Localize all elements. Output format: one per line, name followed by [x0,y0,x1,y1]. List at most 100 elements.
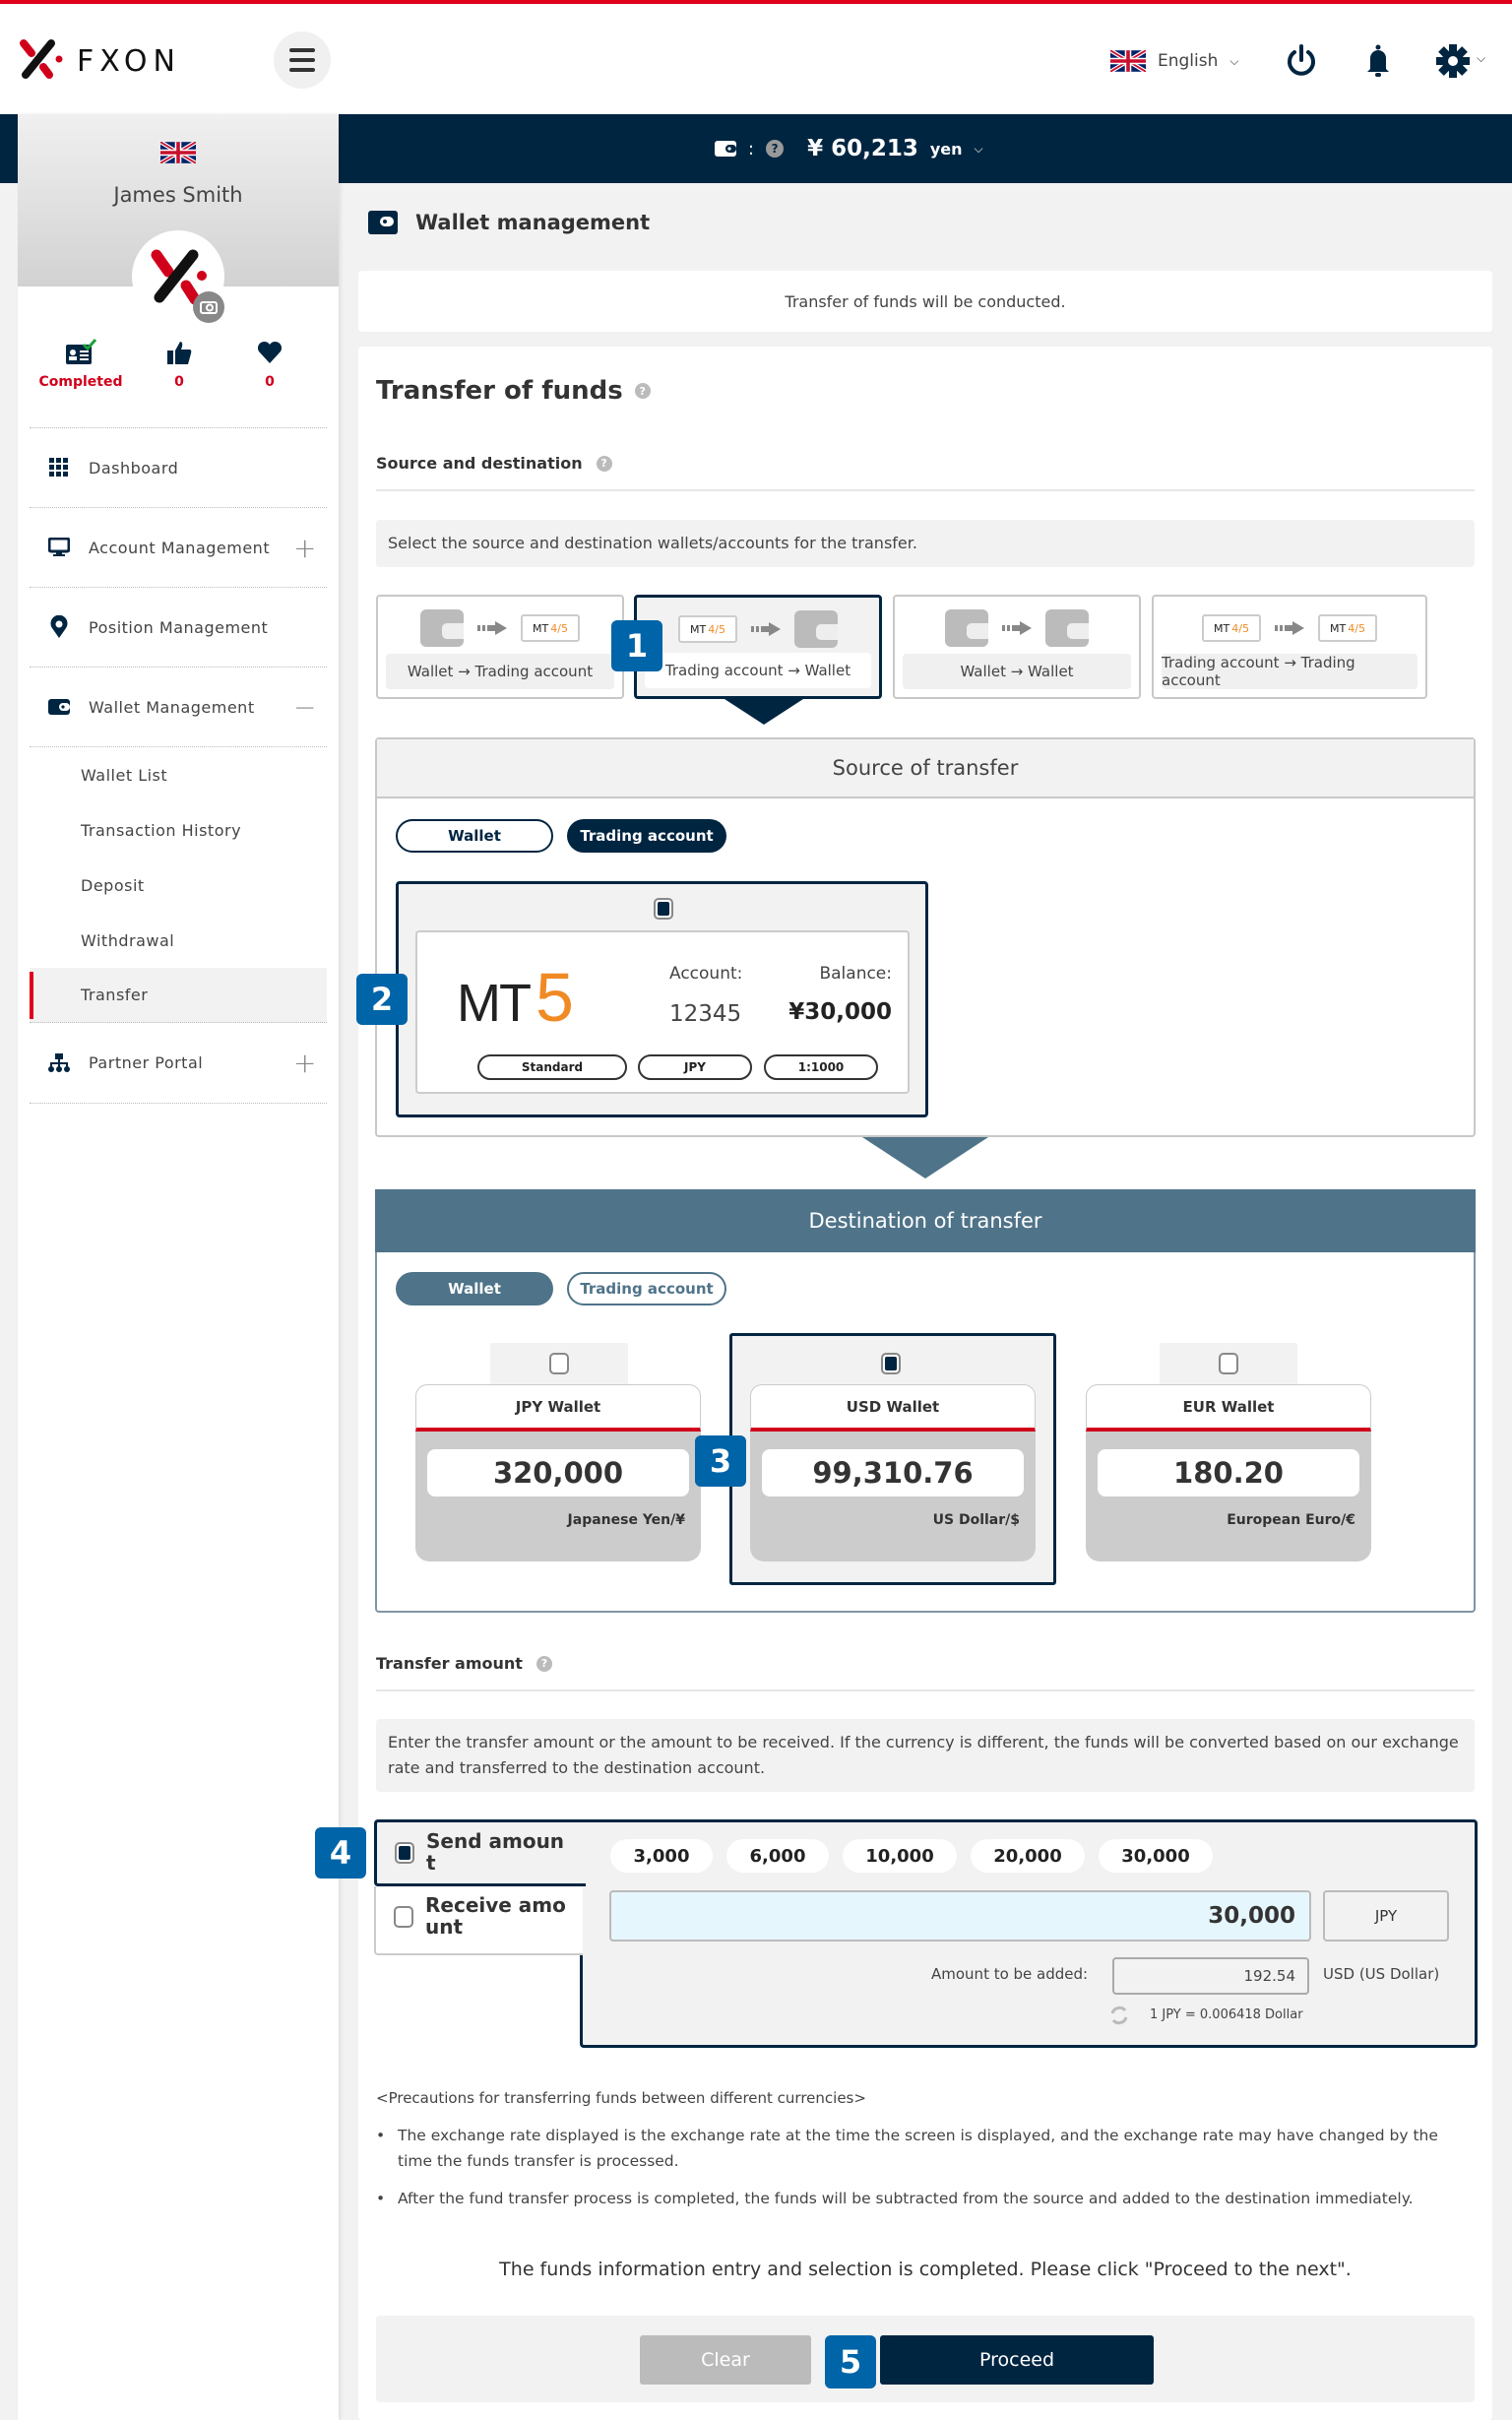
help-icon[interactable]: ? [596,455,612,472]
sidebar-subitem-deposit[interactable]: Deposit [30,858,327,913]
send-amount-option[interactable]: Send amoun t [374,1819,586,1886]
bell-icon[interactable] [1360,43,1396,79]
amount-added-field: 192.54 [1112,1957,1309,1995]
source-tab-wallet[interactable]: Wallet [396,819,553,853]
brand-text: FXON [77,44,181,79]
source-destination-info: Select the source and destination wallet… [376,520,1475,567]
usd-wallet-card[interactable]: USD Wallet 99,310.76 US Dollar/$ [750,1384,1036,1561]
notice-text: Transfer of funds will be conducted. [785,291,1066,311]
info-text: Enter the transfer amount or the amount … [388,1733,1459,1777]
transfer-type-trading-to-wallet[interactable]: MT 4/5 Trading account → Wallet [634,595,882,699]
jpy-wallet-select[interactable] [490,1343,628,1384]
eur-wallet-checkbox[interactable] [1219,1353,1238,1374]
send-amount-label: Send amoun t [426,1829,565,1875]
clear-button[interactable]: Clear [640,2335,811,2385]
sidebar-subitem-wallet-list[interactable]: Wallet List [30,747,327,802]
likes-stat[interactable]: 0 [130,339,228,390]
balance-amount: ¥ 60,213 [807,136,918,161]
precaution-item: • The exchange rate displayed is the exch… [376,2127,1438,2170]
quick-amount-30000[interactable]: 30,000 [1099,1839,1213,1873]
send-amount-radio[interactable] [395,1842,414,1864]
quick-amount-20000[interactable]: 20,000 [971,1839,1085,1873]
wallet-balance[interactable]: : ? ¥ 60,213 yen ⌵ [715,132,983,165]
help-icon[interactable]: ? [536,1655,552,1672]
minus-icon[interactable]: − [293,691,317,724]
chevron-down-icon: ⌵ [1229,53,1239,68]
account-balance: ¥30,000 [788,999,892,1025]
help-icon[interactable]: ? [766,140,785,158]
chevron-down-icon: ⌵ [974,141,983,156]
exchange-rate: 1 JPY = 0.006418 Dollar [1150,2007,1303,2022]
sidebar-item-account-management[interactable]: Account Management + [30,508,327,588]
verification-status[interactable]: Completed [32,339,130,390]
source-account-card[interactable]: MT5 Account: 12345 Balance: ¥30,000 Stan… [396,881,928,1117]
amount-added-currency: USD (US Dollar) [1323,1965,1440,1983]
plus-icon[interactable]: + [293,1047,317,1079]
heart-icon [257,341,283,363]
menu-icon-bar [289,68,315,72]
destination-tab-wallet[interactable]: Wallet [396,1272,553,1306]
plus-icon[interactable]: + [293,532,317,564]
source-tab-trading-account[interactable]: Trading account [567,819,726,853]
flow-arrow-down-icon [862,1137,988,1178]
fxon-logo[interactable]: FXON [18,37,234,81]
receive-amount-radio[interactable] [394,1906,413,1928]
eur-wallet-select[interactable] [1160,1343,1297,1384]
transfer-type-trading-to-trading[interactable]: MT 4/5 MT 4/5 Trading account → Trading ac… [1152,595,1427,699]
language-selector[interactable]: English ⌵ [1110,47,1239,75]
quick-amount-10000[interactable]: 10,000 [843,1839,957,1873]
sidebar-subitem-transfer[interactable]: Transfer [30,968,327,1023]
wallet-icon [420,609,464,647]
receive-amount-option[interactable]: Receive amo unt [374,1886,583,1955]
sidebar-item-label: Partner Portal [89,1053,204,1072]
amount-input[interactable]: 30,000 [609,1890,1311,1942]
sidebar-item-label: Wallet Management [89,697,255,717]
sidebar-subitem-withdrawal[interactable]: Withdrawal [30,913,327,968]
transfer-type-label: Wallet → Wallet [903,654,1131,689]
quick-amount-3000[interactable]: 3,000 [610,1839,713,1873]
transfer-type-wallet-to-trading[interactable]: MT 4/5 Wallet → Trading account [376,595,624,699]
section-title-text: Transfer of funds [376,376,623,406]
jpy-wallet-card[interactable]: JPY Wallet 320,000 Japanese Yen/¥ [415,1384,701,1561]
amount-currency: JPY [1323,1890,1449,1942]
sidebar-subitem-transaction-history[interactable]: Transaction History [30,802,327,858]
wallet-balance: 320,000 [427,1449,689,1497]
wallet-body: 180.20 European Euro/€ [1086,1432,1371,1561]
sidebar-item-dashboard[interactable]: Dashboard [30,428,327,508]
jpy-wallet-checkbox[interactable] [549,1353,569,1374]
refresh-icon[interactable] [1108,2005,1130,2026]
usd-wallet-checkbox[interactable] [881,1353,901,1374]
arrow-right-icon [1002,621,1032,635]
sidebar-item-wallet-management[interactable]: Wallet Management − [30,668,327,747]
source-destination-title: Source and destination [376,454,583,473]
transfer-type-wallet-to-wallet[interactable]: Wallet → Wallet [893,595,1141,699]
sidebar-item-label: Account Management [89,538,271,557]
arrow-right-icon [751,622,781,636]
wallet-icon [1045,609,1089,647]
help-icon[interactable]: ? [634,383,651,399]
wallet-currency: US Dollar/$ [932,1512,1020,1528]
quick-amount-6000[interactable]: 6,000 [726,1839,829,1873]
power-icon[interactable] [1284,43,1319,79]
uk-flag-icon [160,142,196,163]
wallet-body: 99,310.76 US Dollar/$ [750,1432,1036,1561]
sidebar-item-partner-portal[interactable]: Partner Portal + [30,1023,327,1103]
settings-menu[interactable]: ⌵ [1435,43,1494,79]
divider [376,489,1475,491]
source-account-checkbox[interactable] [654,898,673,920]
sidebar-item-position-management[interactable]: Position Management [30,588,327,668]
sidebar-subitem-label: Transaction History [81,820,242,840]
usd-wallet-select[interactable] [881,1353,901,1374]
info-text: Select the source and destination wallet… [388,534,917,552]
menu-icon-bar [289,58,315,62]
eur-wallet-card[interactable]: EUR Wallet 180.20 European Euro/€ [1086,1384,1371,1561]
favorites-stat[interactable]: 0 [220,339,319,390]
transfer-type-label: Trading account → Trading account [1162,654,1418,689]
proceed-button[interactable]: Proceed [880,2335,1154,2385]
destination-tab-trading-account[interactable]: Trading account [567,1272,726,1306]
menu-button[interactable] [274,32,331,89]
mt-platform-icon: MT 4/5 [1202,614,1261,642]
precautions-title: <Precautions for transferring funds betw… [376,2089,866,2107]
camera-icon[interactable] [193,291,224,323]
gear-icon [1436,44,1470,78]
